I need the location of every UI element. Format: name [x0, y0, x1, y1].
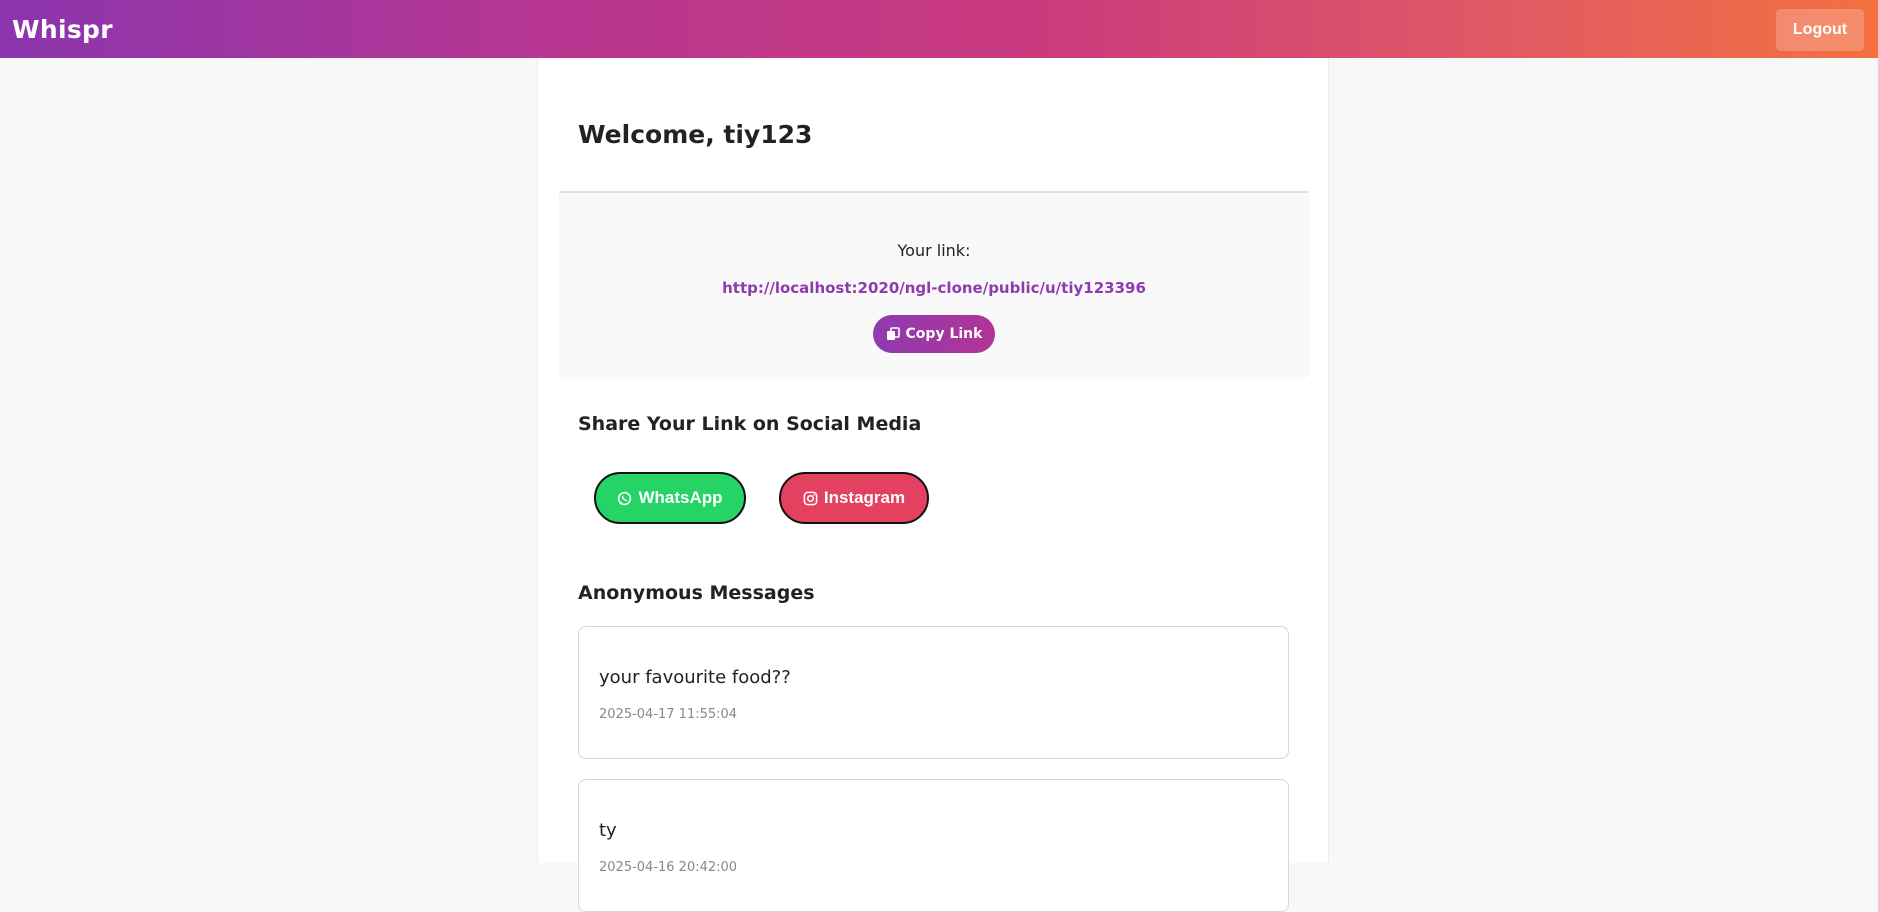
top-navbar: Whispr Logout — [0, 0, 1878, 58]
message-text: ty — [599, 820, 617, 841]
message-text: your favourite food?? — [599, 667, 791, 688]
whatsapp-label: WhatsApp — [638, 488, 723, 507]
logout-button[interactable]: Logout — [1776, 9, 1864, 51]
instagram-label: Instagram — [823, 488, 906, 507]
link-label: Your link: — [897, 241, 971, 260]
copy-link-button[interactable]: Copy Link — [873, 315, 995, 353]
message-card: ty 2025-04-16 20:42:00 — [578, 779, 1289, 912]
message-timestamp: 2025-04-16 20:42:00 — [599, 860, 738, 875]
whatsapp-share-button[interactable]: WhatsApp — [594, 472, 746, 524]
share-heading: Share Your Link on Social Media — [578, 413, 922, 435]
message-timestamp: 2025-04-17 11:55:04 — [599, 707, 738, 722]
message-card: your favourite food?? 2025-04-17 11:55:0… — [578, 626, 1289, 759]
link-panel: Your link: http://localhost:2020/ngl-clo… — [559, 191, 1309, 379]
dashboard-container: Welcome, tiy123 Your link: http://localh… — [537, 58, 1329, 912]
whatsapp-icon — [617, 491, 632, 506]
personal-link[interactable]: http://localhost:2020/ngl-clone/public/u… — [559, 279, 1309, 297]
messages-heading: Anonymous Messages — [578, 582, 815, 604]
instagram-icon — [803, 491, 818, 506]
welcome-heading: Welcome, tiy123 — [578, 120, 813, 149]
instagram-share-button[interactable]: Instagram — [779, 472, 929, 524]
copy-link-label: Copy Link — [905, 326, 983, 342]
copy-icon — [886, 327, 900, 341]
brand-logo[interactable]: Whispr — [12, 15, 113, 44]
